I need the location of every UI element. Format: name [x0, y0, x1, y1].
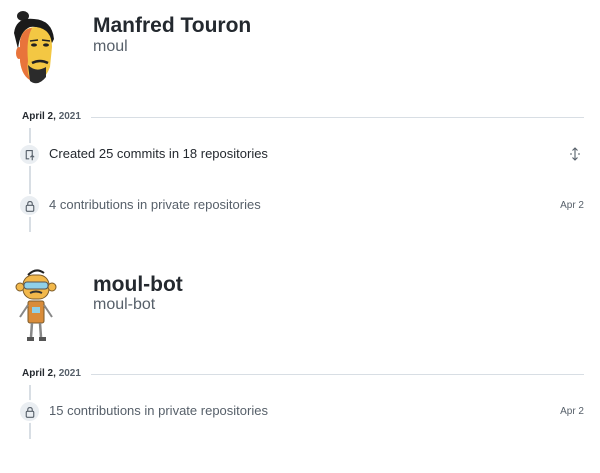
activity-date-header: April 2, 2021	[22, 368, 584, 382]
profile-name[interactable]: moul-bot	[93, 273, 183, 297]
contribution-date: Apr 2	[560, 406, 584, 417]
repo-push-icon	[18, 143, 41, 166]
date-year: 2021	[58, 111, 81, 122]
lock-icon	[18, 194, 41, 217]
contribution-summary: 15 contributions in private repositories	[49, 403, 268, 418]
contribution-item-private: 4 contributions in private repositories …	[18, 194, 584, 218]
contribution-item-private: 15 contributions in private repositories…	[18, 400, 584, 424]
contribution-summary: 4 contributions in private repositories	[49, 197, 261, 212]
expand-icon[interactable]	[568, 147, 582, 161]
date-label: April 2, 2021	[22, 111, 81, 122]
avatar[interactable]	[8, 267, 66, 347]
contribution-summary[interactable]: Created 25 commits in 18 repositories	[49, 146, 268, 161]
lock-icon	[18, 400, 41, 423]
profile-login[interactable]: moul	[93, 38, 128, 56]
date-year: 2021	[58, 368, 81, 379]
divider	[91, 117, 584, 118]
date-month-day: April 2,	[22, 368, 56, 379]
divider	[91, 374, 584, 375]
profile-login[interactable]: moul-bot	[93, 296, 155, 314]
contribution-date: Apr 2	[560, 200, 584, 211]
profile-name[interactable]: Manfred Touron	[93, 14, 251, 38]
contribution-item-commits: Created 25 commits in 18 repositories	[18, 143, 584, 167]
activity-date-header: April 2, 2021	[22, 111, 584, 125]
avatar[interactable]	[8, 9, 66, 89]
date-label: April 2, 2021	[22, 368, 81, 379]
date-month-day: April 2,	[22, 111, 56, 122]
